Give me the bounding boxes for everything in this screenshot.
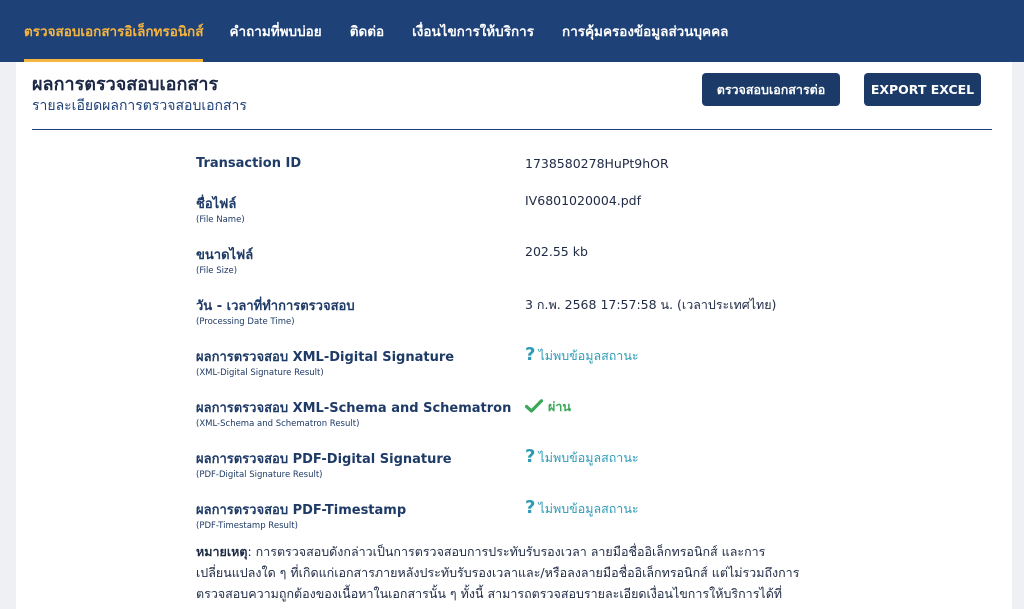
remark-label: หมายเหตุ — [196, 544, 248, 559]
xml-schema-label: ผลการตรวจสอบ XML-Schema and Schematron — [196, 401, 512, 416]
question-icon: ? — [525, 344, 536, 365]
xml-signature-value: ไม่พบข้อมูลสถานะ — [538, 348, 639, 363]
file-size-sublabel: (File Size) — [196, 266, 238, 276]
pdf-timestamp-sublabel: (PDF-Timestamp Result) — [196, 521, 298, 531]
nav-faq[interactable]: คำถามที่พบบ่อย — [229, 0, 321, 62]
pdf-timestamp-label: ผลการตรวจสอบ PDF-Timestamp — [196, 503, 407, 518]
processing-time-sublabel: (Processing Date Time) — [196, 317, 295, 327]
file-name-label: ชื่อไฟล์ — [196, 197, 237, 212]
pdf-timestamp-status: ? ไม่พบข้อมูลสถานะ — [525, 499, 639, 519]
export-excel-button[interactable]: EXPORT EXCEL — [864, 73, 981, 106]
nav-contact[interactable]: ติดต่อ — [350, 0, 384, 62]
question-icon: ? — [525, 497, 536, 518]
file-name-value: IV6801020004.pdf — [525, 193, 642, 208]
nav-verify-documents[interactable]: ตรวจสอบเอกสารอิเล็กทรอนิกส์ — [24, 0, 204, 62]
question-icon: ? — [525, 446, 536, 467]
file-size-label: ขนาดไฟล์ — [196, 248, 254, 263]
pdf-signature-value: ไม่พบข้อมูลสถานะ — [538, 450, 639, 465]
result-card: ผลการตรวจสอบเอกสาร รายละเอียดผลการตรวจสอ… — [16, 62, 1012, 609]
nav-terms-of-service[interactable]: เงื่อนไขการให้บริการ — [412, 0, 534, 62]
xml-schema-sublabel: (XML-Schema and Schematron Result) — [196, 419, 360, 429]
xml-signature-sublabel: (XML-Digital Signature Result) — [196, 368, 324, 378]
verify-another-document-button[interactable]: ตรวจสอบเอกสารต่อ — [702, 73, 840, 106]
transaction-id-label: Transaction ID — [196, 156, 302, 171]
pdf-signature-sublabel: (PDF-Digital Signature Result) — [196, 470, 323, 480]
xml-schema-value: ผ่าน — [548, 399, 571, 414]
check-icon — [524, 398, 544, 416]
xml-schema-status: ผ่าน — [524, 397, 571, 417]
pdf-signature-status: ? ไม่พบข้อมูลสถานะ — [525, 448, 639, 468]
file-size-value: 202.55 kb — [525, 244, 588, 259]
processing-time-value: 3 ก.พ. 2568 17:57:58 น. (เวลาประเทศไทย) — [525, 297, 777, 312]
xml-signature-status: ? ไม่พบข้อมูลสถานะ — [525, 346, 639, 366]
header-divider — [32, 129, 992, 130]
page-title: ผลการตรวจสอบเอกสาร — [32, 74, 219, 95]
page-subtitle: รายละเอียดผลการตรวจสอบเอกสาร — [32, 98, 247, 114]
top-navigation: ตรวจสอบเอกสารอิเล็กทรอนิกส์ คำถามที่พบบ่… — [0, 0, 1024, 62]
file-name-sublabel: (File Name) — [196, 215, 245, 225]
xml-signature-label: ผลการตรวจสอบ XML-Digital Signature — [196, 350, 455, 365]
remark-note: หมายเหตุ: การตรวจสอบดังกล่าวเป็นการตรวจส… — [196, 541, 816, 604]
nav-privacy-policy[interactable]: การคุ้มครองข้อมูลส่วนบุคคล — [562, 0, 728, 62]
pdf-signature-label: ผลการตรวจสอบ PDF-Digital Signature — [196, 452, 452, 467]
processing-time-label: วัน - เวลาที่ทำการตรวจสอบ — [196, 299, 355, 314]
transaction-id-value: 1738580278HuPt9hOR — [525, 156, 669, 171]
pdf-timestamp-value: ไม่พบข้อมูลสถานะ — [538, 501, 639, 516]
remark-text: : การตรวจสอบดังกล่าวเป็นการตรวจสอบการประ… — [196, 544, 800, 601]
